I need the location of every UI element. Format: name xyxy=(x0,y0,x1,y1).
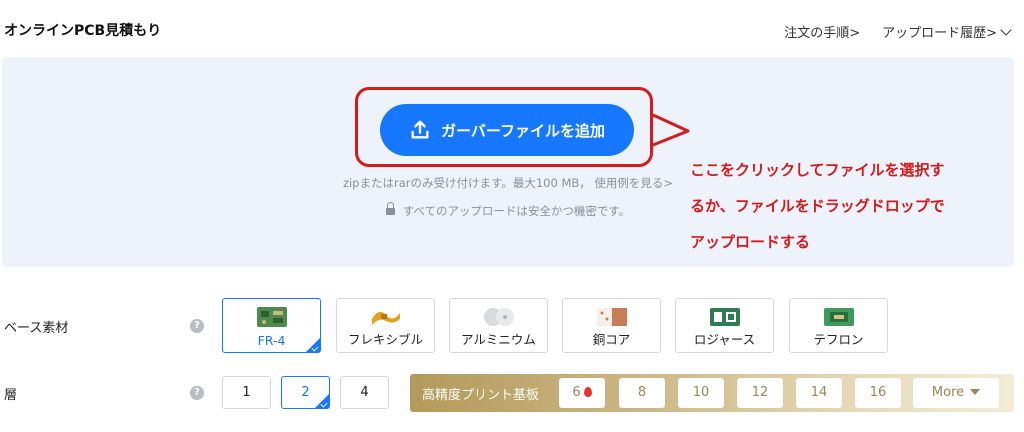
layers-label: 層 xyxy=(4,388,18,403)
hp-layer-option-10[interactable]: 10 xyxy=(678,378,724,408)
secure-note-text: すべてのアップロードは安全かつ機密です。 xyxy=(402,204,631,218)
material-option-aluminum[interactable]: アルミニウム xyxy=(449,298,548,353)
high-precision-bar: 高精度プリント基板 6 8 10 12 14 16 More xyxy=(410,374,1014,412)
selected-check-icon xyxy=(315,394,329,408)
upload-hint-text[interactable]: zipまたはrarのみ受け付けます。最大100 MB， 使用例を見る> xyxy=(343,176,673,190)
more-layers-button[interactable]: More xyxy=(913,378,999,408)
material-option-teflon[interactable]: テフロン xyxy=(789,298,888,353)
more-label: More xyxy=(931,385,965,400)
annotation-line-3: アップロードする xyxy=(690,233,811,251)
help-icon[interactable]: ? xyxy=(190,386,204,400)
copper-board-icon xyxy=(596,308,627,326)
annotation-line-2: るか、ファイルをドラッグドロップで xyxy=(690,197,945,215)
material-label: 銅コア xyxy=(592,332,631,347)
hp-layer-option-12[interactable]: 12 xyxy=(737,378,783,408)
material-label: フレキシブル xyxy=(347,332,423,347)
flex-board-icon xyxy=(371,311,400,325)
upload-history-label: アップロード履歴> xyxy=(882,26,997,41)
fr4-board-icon xyxy=(256,307,287,327)
lock-icon xyxy=(385,202,395,215)
material-option-rogers[interactable]: ロジャース xyxy=(675,298,774,353)
material-label: テフロン xyxy=(813,332,864,347)
fire-icon xyxy=(583,387,592,397)
aluminum-board-icon xyxy=(483,308,514,326)
add-gerber-button[interactable]: ガーバーファイルを追加 xyxy=(380,104,634,156)
layer-option-1[interactable]: 1 xyxy=(222,376,271,409)
header-links: 注文の手順> アップロード履歴> xyxy=(784,22,1012,41)
layer-option-2-label: 2 xyxy=(301,385,310,400)
hp-layer-option-16[interactable]: 16 xyxy=(855,378,901,408)
material-option-fr4[interactable]: FR-4 xyxy=(222,298,321,353)
layer-option-2[interactable]: 2 xyxy=(281,376,330,409)
material-label: ロジャース xyxy=(693,332,756,347)
base-material-label: ベース素材 xyxy=(4,321,69,336)
high-precision-label: 高精度プリント基板 xyxy=(422,388,540,403)
order-steps-link[interactable]: 注文の手順> xyxy=(784,22,860,41)
chevron-down-icon xyxy=(1000,24,1012,36)
annotation-text: ここをクリックしてファイルを選択す るか、ファイルをドラッグドロップで アップロ… xyxy=(690,152,1020,260)
upload-icon xyxy=(411,120,429,139)
material-option-copper-core[interactable]: 銅コア xyxy=(562,298,661,353)
annotation-pointer-icon xyxy=(652,113,690,147)
layer-option-4[interactable]: 4 xyxy=(340,376,389,409)
caret-down-icon xyxy=(970,389,981,395)
material-label: アルミニウム xyxy=(461,332,536,347)
help-icon[interactable]: ? xyxy=(190,319,204,333)
teflon-board-icon xyxy=(823,308,854,326)
hp-layer-label: 6 xyxy=(572,385,581,400)
selected-check-icon xyxy=(306,338,320,352)
hp-layer-option-6[interactable]: 6 xyxy=(559,378,605,408)
upload-history-dropdown[interactable]: アップロード履歴> xyxy=(882,22,1012,41)
annotation-line-1: ここをクリックしてファイルを選択す xyxy=(690,161,945,179)
hp-layer-option-8[interactable]: 8 xyxy=(619,378,665,408)
page-title: オンラインPCB見積もり xyxy=(4,23,162,39)
hp-layer-option-14[interactable]: 14 xyxy=(796,378,842,408)
rogers-board-icon xyxy=(709,308,740,326)
add-gerber-label: ガーバーファイルを追加 xyxy=(441,121,605,140)
material-option-flexible[interactable]: フレキシブル xyxy=(336,298,435,353)
